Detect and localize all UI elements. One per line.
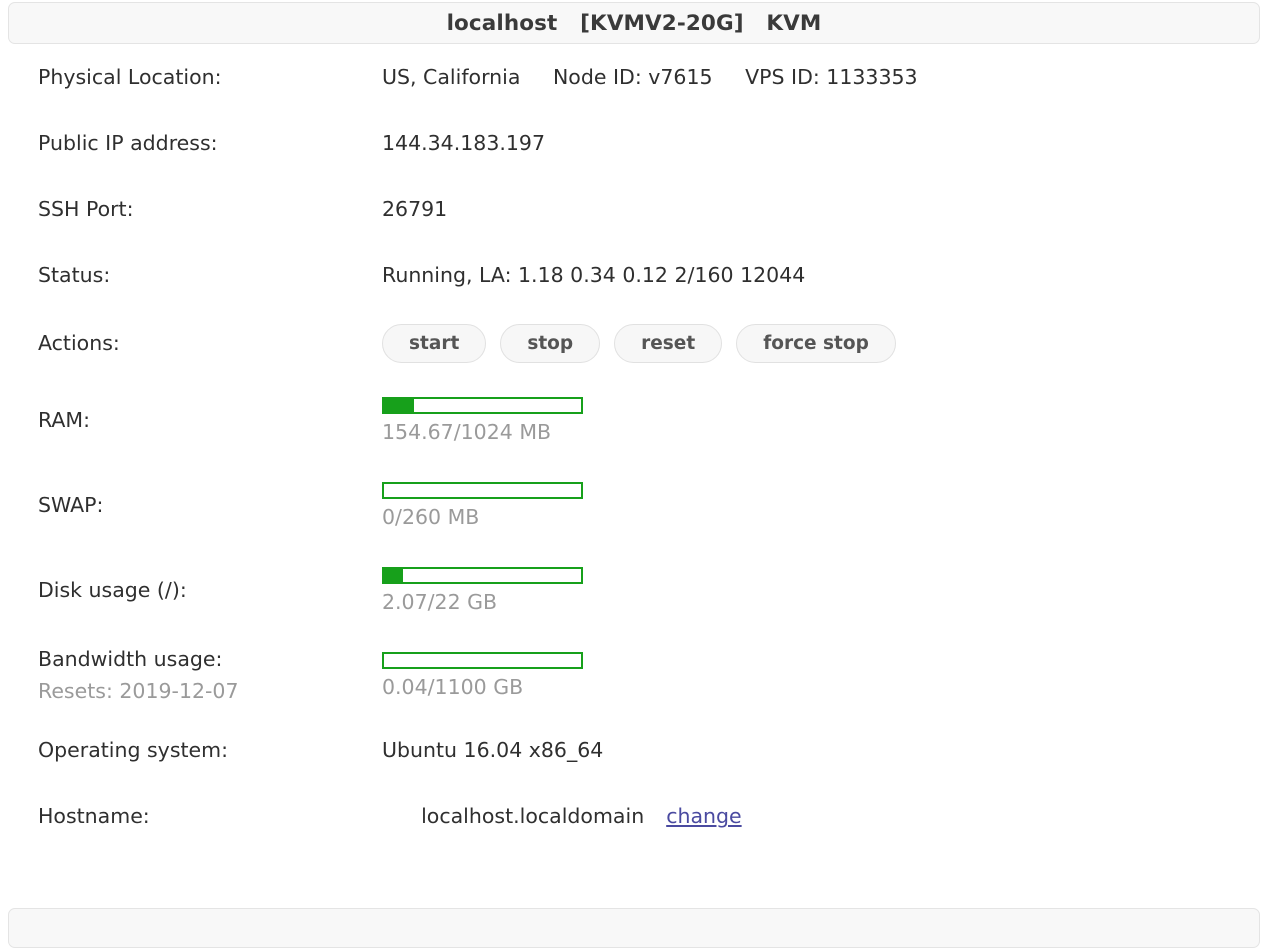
swap-progress-bar bbox=[382, 481, 583, 499]
bandwidth-meter: 0.04/1100 GB bbox=[382, 651, 1268, 700]
server-info-table: Physical Location: US, California Node I… bbox=[0, 44, 1268, 850]
label-swap: SWAP: bbox=[38, 492, 104, 517]
label-ssh-port: SSH Port: bbox=[38, 197, 134, 222]
value-public-ip: 144.34.183.197 bbox=[382, 131, 546, 156]
label-ram: RAM: bbox=[38, 407, 91, 432]
label-bandwidth-reset-date: Resets: 2019-12-07 bbox=[38, 678, 239, 703]
ram-progress-fill bbox=[384, 398, 414, 412]
value-hostname: localhost.localdomain bbox=[421, 804, 645, 829]
bandwidth-usage-text: 0.04/1100 GB bbox=[382, 674, 524, 699]
label-bandwidth-title: Bandwidth usage: bbox=[38, 646, 223, 671]
disk-progress-bar bbox=[382, 566, 583, 584]
label-status: Status: bbox=[38, 263, 111, 288]
row-ssh-port: SSH Port: 26791 bbox=[0, 177, 1268, 243]
value-physical-location: US, California Node ID: v7615 VPS ID: 11… bbox=[382, 64, 918, 89]
label-physical-location: Physical Location: bbox=[38, 64, 222, 89]
change-hostname-link[interactable]: change bbox=[666, 804, 741, 830]
row-hostname: Hostname: localhost.localdomain change bbox=[0, 784, 1268, 850]
row-physical-location: Physical Location: US, California Node I… bbox=[0, 44, 1268, 111]
hostname-value-group: localhost.localdomain change bbox=[421, 804, 742, 830]
row-public-ip: Public IP address: 144.34.183.197 bbox=[0, 111, 1268, 177]
label-bandwidth-usage: Bandwidth usage: Resets: 2019-12-07 bbox=[0, 647, 382, 704]
label-disk-usage: Disk usage (/): bbox=[38, 577, 187, 602]
label-actions: Actions: bbox=[38, 330, 120, 355]
label-public-ip: Public IP address: bbox=[38, 131, 218, 156]
value-ssh-port: 26791 bbox=[382, 197, 448, 222]
label-hostname: Hostname: bbox=[38, 804, 150, 829]
label-operating-system: Operating system: bbox=[38, 738, 229, 763]
disk-progress-fill bbox=[384, 568, 403, 582]
value-operating-system: Ubuntu 16.04 x86_64 bbox=[382, 738, 604, 763]
next-section-panel bbox=[8, 908, 1260, 948]
row-bandwidth-usage: Bandwidth usage: Resets: 2019-12-07 0.04… bbox=[0, 633, 1268, 718]
bandwidth-progress-bar bbox=[382, 651, 583, 669]
ram-progress-bar bbox=[382, 396, 583, 414]
page-title: localhost [KVMV2-20G] KVM bbox=[446, 10, 822, 36]
server-header-panel: localhost [KVMV2-20G] KVM bbox=[8, 2, 1260, 44]
